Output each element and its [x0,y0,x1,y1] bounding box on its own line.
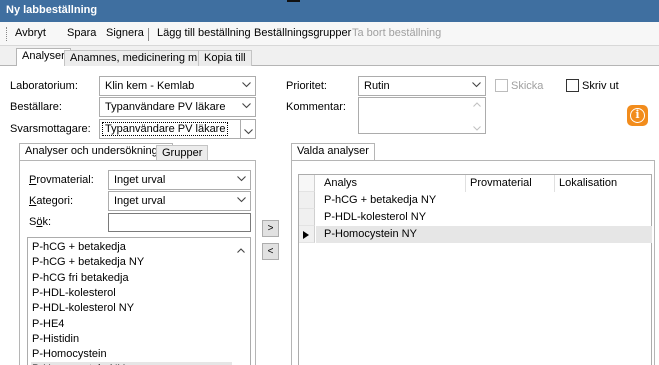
selected-analyses-panel: Analys Provmaterial Lokalisation P-hCG +… [291,160,655,365]
toolbar-separator [148,28,149,41]
comment-scrollbar[interactable] [469,98,485,133]
main-tabs: Analyser Anamnes, medicinering m.m. Kopi… [0,48,659,67]
search-label: Sök: [29,216,52,228]
right-subtabs: Valda analyser [291,143,655,162]
chevron-down-icon [237,176,246,184]
column-header-analys[interactable]: Analys [320,175,357,192]
list-item[interactable]: P-Histidin [31,332,232,347]
list-item[interactable]: P-HE4 [31,317,232,332]
chevron-down-icon [242,82,251,90]
priority-value: Rutin [364,80,390,92]
row-pointer-icon [303,230,309,242]
tab-kopia-till[interactable]: Kopia till [198,50,252,66]
sample-label: Provmaterial: [29,174,94,186]
list-item[interactable]: P-hCG fri betakedja [31,271,232,286]
comment-label: Kommentar: [286,101,346,113]
add-order-button[interactable]: Lägg till beställning [157,27,251,39]
toolbar: Avbryt Spara Signera Lägg till beställni… [0,22,659,46]
tab-analyser[interactable]: Analyser [16,48,71,67]
analyses-list[interactable]: P-hCG + betakedja P-hCG + betakedja NY P-h… [27,237,251,365]
row-header[interactable] [299,192,315,209]
send-label: Skicka [511,80,544,92]
titlebar-accent [287,0,300,2]
chevron-down-icon [244,126,253,138]
list-item[interactable]: P-hCG + betakedja NY [31,255,232,270]
left-subtabs: Analyser och undersökningar Grupper [19,143,256,162]
list-item[interactable]: P-Homocystein [31,347,232,362]
window-title: Ny labbeställning [6,4,98,16]
info-icon[interactable]: i [627,105,648,126]
orderer-label: Beställare: [10,101,62,113]
laboratory-value: Klin kem - Kemlab [105,80,195,92]
recipient-select[interactable]: Typanvändare PV läkare [99,119,240,139]
window-titlebar: Ny labbeställning [0,0,659,22]
send-checkbox[interactable] [495,79,508,92]
search-input[interactable] [108,213,251,232]
column-header-provmaterial[interactable]: Provmaterial [466,175,532,192]
table-row[interactable]: P-Homocystein NY [316,226,652,243]
delete-order-button[interactable]: Ta bort beställning [352,27,441,39]
print-checkbox[interactable] [566,79,579,92]
recipient-label: Svarsmottagare: [10,123,91,135]
row-header[interactable] [299,209,315,226]
list-item[interactable]: P-hCG + betakedja [31,240,232,255]
comment-field[interactable] [358,97,486,134]
orderer-select[interactable]: Typanvändare PV läkare [99,97,256,117]
save-button[interactable]: Spara [67,27,96,39]
category-label-text: ategori: [36,195,74,207]
column-header-lokalisation[interactable]: Lokalisation [555,175,617,192]
orderer-value: Typanvändare PV läkare [105,101,226,113]
selected-analyses-grid: Analys Provmaterial Lokalisation P-hCG +… [298,174,652,365]
order-groups-button[interactable]: Beställningsgrupper [254,27,351,39]
grid-corner [299,175,315,192]
add-analysis-button[interactable]: > [262,220,279,237]
tab-anamnes[interactable]: Anamnes, medicinering m.m. [64,50,219,66]
cancel-button[interactable]: Avbryt [15,27,46,39]
list-item[interactable]: P-HDL-kolesterol [31,286,232,301]
priority-label: Prioritet: [286,80,327,92]
tab-grupper[interactable]: Grupper [156,145,209,161]
chevron-down-icon [242,103,251,111]
row-header[interactable] [299,226,315,243]
sample-select[interactable]: Inget urval [108,170,251,190]
recipient-value: Typanvändare PV läkare [102,122,229,136]
list-item[interactable]: P-HDL-kolesterol NY [31,301,232,316]
analyses-list-scrollbar[interactable] [232,238,250,365]
laboratory-select[interactable]: Klin kem - Kemlab [99,76,256,96]
toolbar-grip[interactable] [6,27,8,41]
sample-label-text: rovmaterial: [36,174,94,186]
category-value: Inget urval [114,195,166,207]
chevron-down-icon [237,197,246,205]
analyses-search-panel: Provmaterial: Inget urval Kategori: Inge… [19,160,256,365]
remove-analysis-button[interactable]: < [262,243,279,260]
scroll-up-icon[interactable] [237,244,245,256]
recipient-dropdown-button[interactable] [240,119,256,139]
table-row[interactable]: P-hCG + betakedja NY [316,192,652,209]
laboratory-label: Laboratorium: [10,80,78,92]
chevron-down-icon [472,82,481,90]
table-row[interactable]: P-HDL-kolesterol NY [316,209,652,226]
sample-value: Inget urval [114,174,166,186]
category-select[interactable]: Inget urval [108,191,251,211]
category-label: Kategori: [29,195,74,207]
sign-button[interactable]: Signera [106,27,144,39]
print-label: Skriv ut [582,80,619,92]
priority-select[interactable]: Rutin [358,76,486,96]
